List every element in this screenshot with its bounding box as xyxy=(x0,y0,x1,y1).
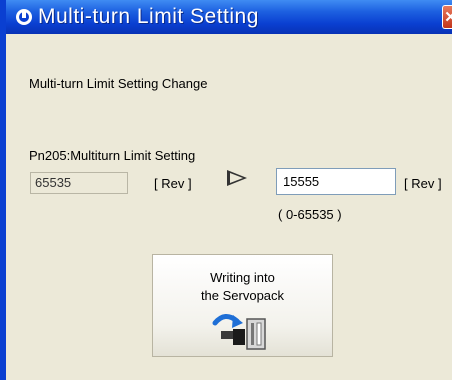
new-value-input[interactable] xyxy=(276,168,396,195)
current-value-field: 65535 xyxy=(30,172,128,194)
parameter-label: Pn205:Multiturn Limit Setting xyxy=(29,148,196,163)
new-unit-label: [ Rev ] xyxy=(404,176,442,191)
range-hint: ( 0-65535 ) xyxy=(278,207,342,222)
close-button[interactable]: ✕ xyxy=(442,5,452,29)
current-unit-label: [ Rev ] xyxy=(154,176,192,191)
dialog-window: Multi-turn Limit Setting ✕ Multi-turn Li… xyxy=(0,0,452,380)
window-title: Multi-turn Limit Setting xyxy=(38,5,259,28)
servopack-write-icon xyxy=(212,314,266,350)
write-button-label: Writing into the Servopack xyxy=(153,269,332,305)
dialog-heading: Multi-turn Limit Setting Change xyxy=(29,76,208,91)
right-arrow-icon xyxy=(227,170,247,186)
write-button-line1: Writing into xyxy=(210,270,275,285)
write-button-line2: the Servopack xyxy=(200,288,285,303)
write-servopack-button[interactable]: Writing into the Servopack xyxy=(152,254,333,357)
app-icon xyxy=(16,9,32,25)
title-bar[interactable]: Multi-turn Limit Setting ✕ xyxy=(6,0,452,34)
close-icon: ✕ xyxy=(444,9,452,26)
